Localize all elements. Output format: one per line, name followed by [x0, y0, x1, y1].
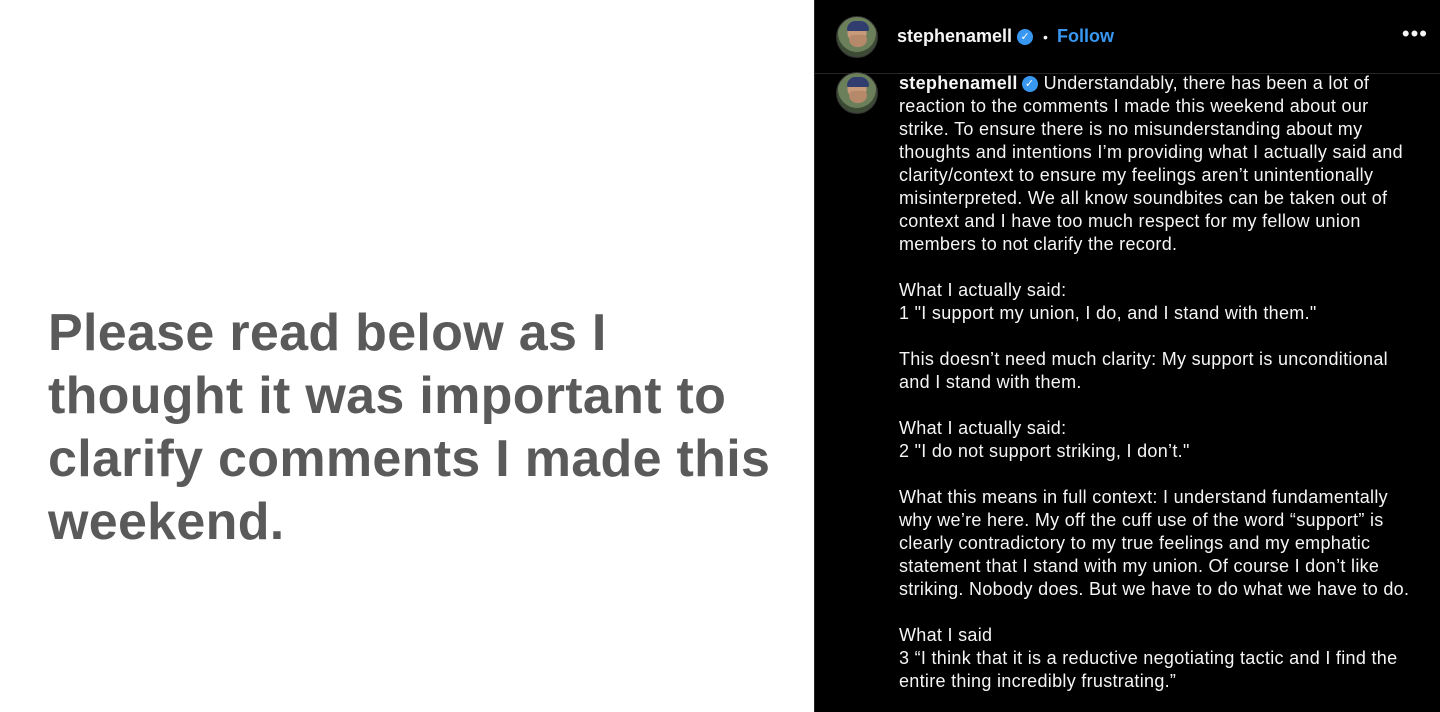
- follow-button[interactable]: Follow: [1057, 26, 1114, 47]
- caption-username[interactable]: stephenamell: [899, 73, 1018, 93]
- post-sidebar: stephenamell ✓ • Follow ••• stephenamell…: [814, 0, 1440, 712]
- caption-avatar[interactable]: [836, 72, 878, 114]
- caption-paragraph: What I actually said: 1 "I support my un…: [899, 280, 1317, 323]
- separator-dot: •: [1043, 28, 1048, 45]
- post-header: stephenamell ✓ • Follow •••: [815, 0, 1440, 74]
- header-username[interactable]: stephenamell: [897, 26, 1012, 47]
- avatar[interactable]: [836, 15, 878, 58]
- verified-badge-icon: ✓: [1021, 76, 1038, 93]
- caption-paragraph: What I said 3 “I think that it is a redu…: [899, 625, 1398, 691]
- caption: stephenamell ✓ Understandably, there has b…: [836, 72, 1426, 712]
- image-text: Please read below as I thought it was im…: [48, 304, 771, 551]
- post-viewer: Please read below as I thought it was im…: [0, 0, 1440, 712]
- caption-paragraph: What I actually said: 2 "I do not suppor…: [899, 418, 1190, 461]
- caption-paragraph: This doesn’t need much clarity: My suppo…: [899, 349, 1388, 392]
- caption-paragraph: Understandably, there has been a lot of …: [899, 73, 1403, 254]
- caption-body: stephenamell ✓ Understandably, there has b…: [899, 72, 1411, 712]
- caption-first-paragraph: stephenamell ✓ Understandably, there has b…: [899, 72, 1411, 256]
- post-image[interactable]: Please read below as I thought it was im…: [0, 0, 814, 712]
- ellipsis-icon[interactable]: •••: [1402, 22, 1428, 46]
- verified-badge-icon: ✓: [1017, 28, 1034, 45]
- caption-paragraph: What this means in full context: I under…: [899, 487, 1410, 599]
